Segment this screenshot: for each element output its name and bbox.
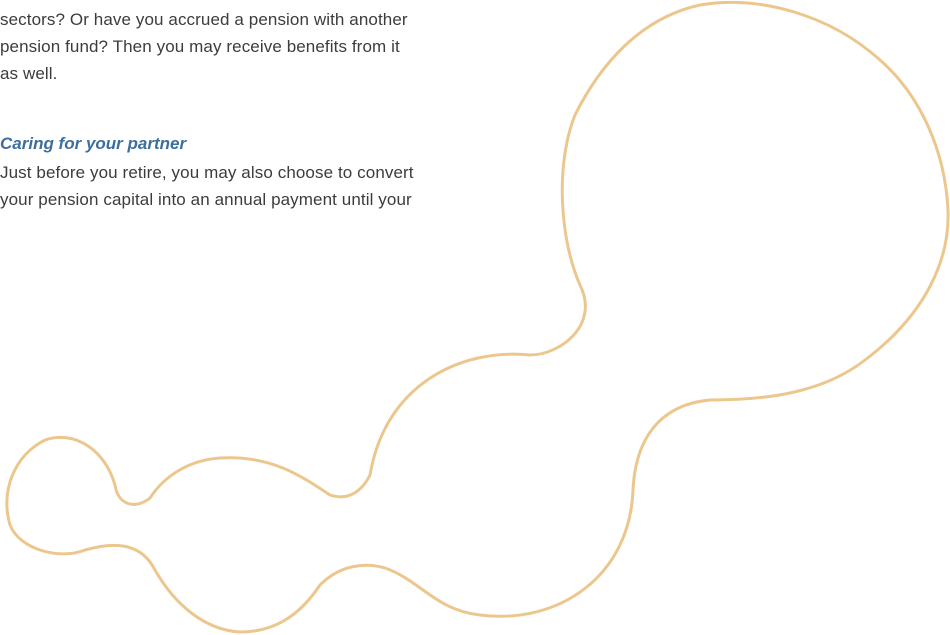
paragraph-1-line: pension fund? Then you may receive benef… [0,37,400,56]
paragraph-2-line: Just before you retire, you may also cho… [0,163,414,182]
section-heading: Caring for your partner [0,134,187,153]
circles-outline-graphic [5,1,950,634]
paragraph-1: sectors? Or have you accrued a pension w… [0,6,408,87]
paragraph-1-line: as well. [0,64,58,83]
paragraph-2: Just before you retire, you may also cho… [0,159,414,213]
paragraph-1-line: sectors? Or have you accrued a pension w… [0,10,408,29]
paragraph-2-line: your pension capital into an annual paym… [0,190,412,209]
